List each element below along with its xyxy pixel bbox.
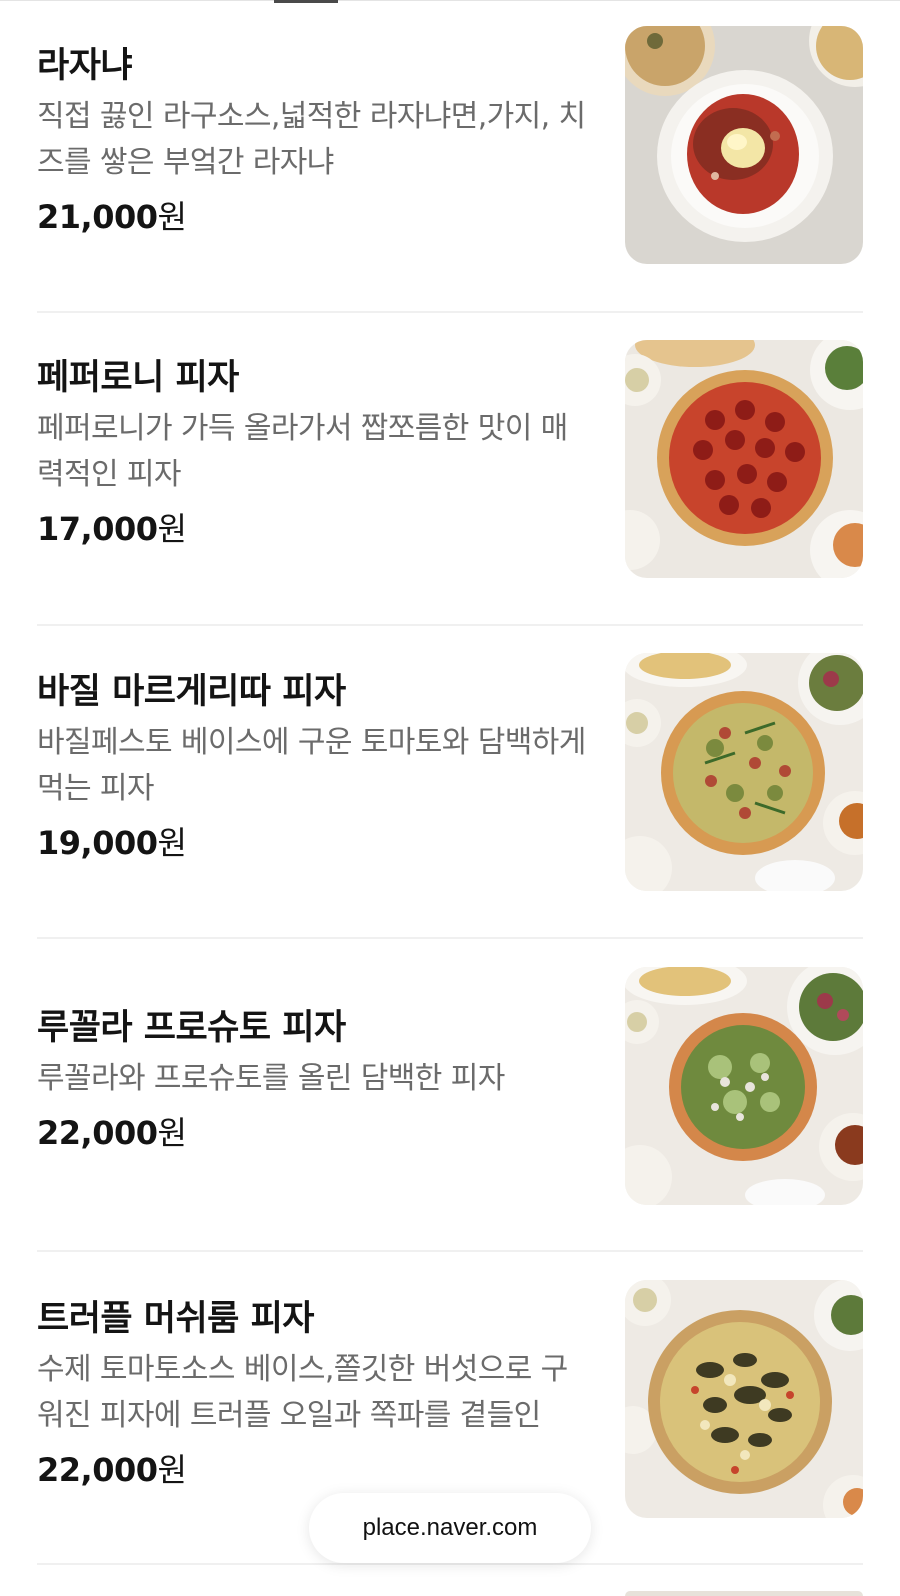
menu-item-text: 루꼴라 프로슈토 피자 루꼴라와 프로슈토를 올린 담백한 피자 22,000원 xyxy=(37,1006,597,1154)
basil-margherita-pizza-photo[interactable] xyxy=(625,653,863,891)
menu-item-description: 직접 끓인 라구소스,넓적한 라자냐면,가지, 치즈를 쌓은 부엌간 라자냐 xyxy=(37,99,586,180)
url-text: place.naver.com xyxy=(362,1514,538,1541)
menu-item-description: 수제 토마토소스 베이스,쫄깃한 버섯으로 구워진 피자에 트러플 오일과 쪽파… xyxy=(37,1352,568,1433)
menu-item-price: 19,000원 xyxy=(37,822,597,864)
pepperoni-pizza-photo[interactable] xyxy=(625,340,863,578)
menu-item[interactable]: 바질 마르게리따 피자 바질페스토 베이스에 구운 토마토와 담백하게 먹는 피… xyxy=(0,626,900,939)
lasagna-photo[interactable] xyxy=(625,26,863,264)
divider xyxy=(37,1563,863,1565)
pepperoni-pizza-image-icon xyxy=(625,340,863,578)
price-currency: 원 xyxy=(157,1451,187,1489)
basil-margherita-pizza-image-icon xyxy=(625,653,863,891)
menu-item-price: 22,000원 xyxy=(37,1449,597,1491)
menu-item-text: 트러플 머쉬룸 피자 수제 토마토소스 베이스,쫄깃한 버섯으로 구워진 피자에… xyxy=(37,1297,597,1491)
price-currency: 원 xyxy=(157,510,187,548)
price-currency: 원 xyxy=(157,824,187,862)
menu-item-price: 17,000원 xyxy=(37,508,597,550)
price-value: 21,000 xyxy=(37,198,158,236)
menu-item-description: 루꼴라와 프로슈토를 올린 담백한 피자 xyxy=(37,1061,505,1096)
menu-item-description: 페퍼로니가 가득 올라가서 짭쪼름한 맛이 매력적인 피자 xyxy=(37,411,568,492)
menu-item-name: 라자냐 xyxy=(37,46,133,86)
menu-item-text: 페퍼로니 피자 페퍼로니가 가득 올라가서 짭쪼름한 맛이 매력적인 피자 17… xyxy=(37,356,597,550)
menu-item-text: 바질 마르게리따 피자 바질페스토 베이스에 구운 토마토와 담백하게 먹는 피… xyxy=(37,670,597,864)
lasagna-image-icon xyxy=(625,26,863,264)
menu-item-name: 루꼴라 프로슈토 피자 xyxy=(37,1008,346,1048)
menu-item[interactable]: 루꼴라 프로슈토 피자 루꼴라와 프로슈토를 올린 담백한 피자 22,000원 xyxy=(0,939,900,1252)
truffle-mushroom-pizza-image-icon xyxy=(625,1280,863,1518)
menu-item[interactable]: 라자냐 직접 끓인 라구소스,넓적한 라자냐면,가지, 치즈를 쌓은 부엌간 라… xyxy=(0,0,900,313)
menu-item-text: 라자냐 직접 끓인 라구소스,넓적한 라자냐면,가지, 치즈를 쌓은 부엌간 라… xyxy=(37,44,597,238)
menu-item-name: 페퍼로니 피자 xyxy=(37,358,239,398)
menu-item-name: 바질 마르게리따 피자 xyxy=(37,672,346,712)
price-value: 22,000 xyxy=(37,1451,158,1489)
price-currency: 원 xyxy=(157,1114,187,1152)
arugula-prosciutto-pizza-photo[interactable] xyxy=(625,967,863,1205)
price-currency: 원 xyxy=(157,198,187,236)
menu-item[interactable]: 페퍼로니 피자 페퍼로니가 가득 올라가서 짭쪼름한 맛이 매력적인 피자 17… xyxy=(0,313,900,626)
truffle-mushroom-pizza-photo[interactable] xyxy=(625,1280,863,1518)
arugula-prosciutto-pizza-image-icon xyxy=(625,967,863,1205)
menu-item-name: 트러플 머쉬룸 피자 xyxy=(37,1299,314,1339)
menu-item-price: 21,000원 xyxy=(37,196,597,238)
browser-url-pill[interactable]: place.naver.com xyxy=(309,1493,591,1563)
price-value: 22,000 xyxy=(37,1114,158,1152)
next-item-thumb xyxy=(625,1591,863,1596)
price-value: 17,000 xyxy=(37,510,158,548)
price-value: 19,000 xyxy=(37,824,158,862)
menu-item-price: 22,000원 xyxy=(37,1112,597,1154)
menu-item-description: 바질페스토 베이스에 구운 토마토와 담백하게 먹는 피자 xyxy=(37,725,586,806)
